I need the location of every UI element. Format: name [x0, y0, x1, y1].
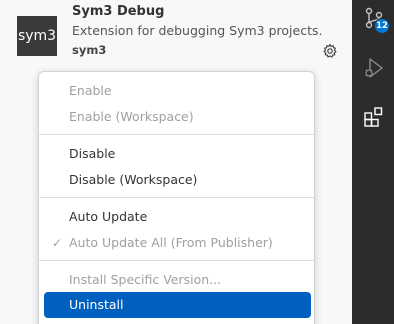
extension-list-item[interactable]: sym3 Sym3 Debug Extension for debugging … — [0, 0, 352, 70]
extension-description: Extension for debugging Sym3 projects. — [72, 23, 323, 38]
menu-separator — [39, 197, 314, 198]
extension-publisher: sym3 — [72, 43, 107, 57]
gear-icon[interactable] — [322, 43, 338, 59]
menu-item-install-specific-version[interactable]: Install Specific Version... — [44, 267, 311, 293]
extension-name: Sym3 Debug — [72, 4, 165, 19]
menu-item-auto-update[interactable]: Auto Update — [44, 204, 311, 230]
menu-item-disable[interactable]: Disable — [44, 141, 311, 167]
menu-item-auto-update-all-row[interactable]: ✓ Auto Update All (From Publisher) — [44, 230, 311, 256]
notification-badge: 12 — [374, 18, 390, 34]
activity-bar — [352, 0, 394, 324]
menu-item-auto-update-all[interactable]: Auto Update All (From Publisher) — [44, 230, 311, 256]
extension-context-menu: Enable Enable (Workspace) Disable Disabl… — [38, 71, 315, 324]
extension-logo: sym3 — [17, 16, 57, 56]
menu-separator — [39, 260, 314, 261]
run-debug-icon[interactable] — [361, 55, 387, 81]
menu-item-disable-workspace[interactable]: Disable (Workspace) — [44, 167, 311, 193]
menu-separator — [39, 134, 314, 135]
menu-item-uninstall[interactable]: Uninstall — [44, 292, 311, 318]
extensions-icon[interactable] — [361, 103, 387, 129]
menu-item-enable-workspace[interactable]: Enable (Workspace) — [44, 104, 311, 130]
menu-item-enable[interactable]: Enable — [44, 78, 311, 104]
